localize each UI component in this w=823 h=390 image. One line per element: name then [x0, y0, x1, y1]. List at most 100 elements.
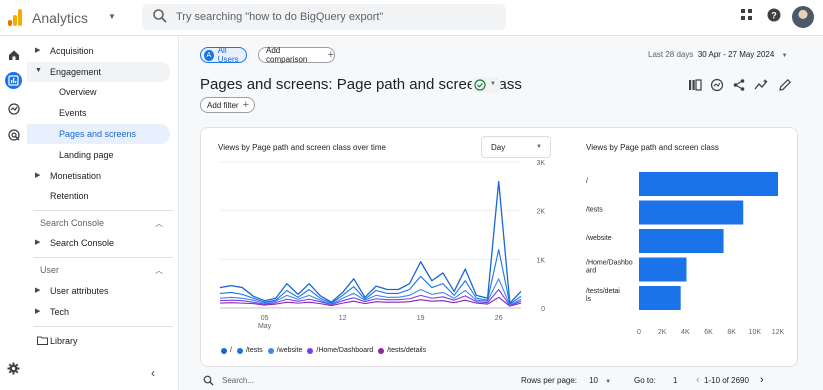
date-range-value: 30 Apr - 27 May 2024 [697, 50, 775, 59]
sidebar-item-search-console[interactable]: ▶ Search Console [27, 233, 170, 253]
chevron-up-icon[interactable]: ︿ [155, 218, 163, 229]
analytics-logo[interactable] [8, 8, 22, 26]
insights-icon[interactable] [754, 78, 768, 92]
category-label: / [586, 178, 588, 185]
report-status-dropdown[interactable]: ▼ [471, 77, 501, 93]
home-icon[interactable] [5, 46, 22, 63]
y-tick-label: 3K [536, 160, 545, 167]
sidebar-item-acquisition[interactable]: ▶ Acquisition [27, 41, 170, 61]
section-header-user[interactable]: User [40, 265, 59, 275]
check-circle-icon [474, 79, 486, 91]
granularity-value: Day [491, 143, 506, 152]
previous-page-icon[interactable]: ‹ [696, 374, 700, 386]
avatar[interactable] [792, 6, 814, 28]
go-to-page-input[interactable]: 1 [673, 376, 677, 385]
legend-item[interactable]: /tests [236, 347, 263, 354]
date-range-label: Last 28 days [648, 50, 694, 59]
granularity-select[interactable]: Day ▼ [481, 136, 551, 158]
edit-pencil-icon[interactable] [778, 78, 792, 92]
bar-chart[interactable]: / /tests/website/Home/Dashboard/tests/det… [581, 158, 796, 343]
apps-grid-icon[interactable] [740, 8, 754, 22]
reports-icon[interactable] [5, 72, 22, 89]
series-line [219, 180, 522, 304]
category-label: /Home/Dashbo [586, 260, 633, 267]
share-icon[interactable] [732, 78, 746, 92]
chart-card: Views by Page path and screen class over… [200, 127, 798, 367]
bar [639, 200, 744, 225]
admin-gear-icon[interactable] [5, 360, 22, 377]
folder-icon [37, 336, 48, 345]
add-filter-button[interactable]: Add filter + [200, 97, 255, 113]
left-rail [0, 36, 27, 390]
add-comparison-button[interactable]: Add comparison + [258, 46, 335, 64]
sidebar-item-label: Search Console [50, 238, 115, 248]
chevron-down-icon: ▼ [605, 379, 612, 385]
sidebar-item-retention[interactable]: Retention [27, 186, 170, 206]
legend-item[interactable]: /website [267, 347, 302, 354]
compare-icon[interactable] [710, 78, 724, 92]
table-search-input[interactable]: Search... [222, 376, 254, 385]
line-chart[interactable]: 0 1K 2K 3K 05May 12 19 26 [216, 158, 556, 343]
legend-item[interactable]: /tests/details [378, 347, 426, 354]
legend-item[interactable]: / [221, 347, 232, 354]
x-tick-label: 8K [727, 329, 736, 336]
explore-icon[interactable] [5, 100, 22, 117]
segment-label: All Users [217, 46, 239, 64]
sidebar-item-label: Retention [50, 191, 89, 201]
sidebar-item-label: User attributes [50, 286, 109, 296]
sidebar-item-landing-page[interactable]: Landing page [27, 145, 170, 165]
table-controls: Search... Rows per page: 10 ▼ Go to: 1 ‹… [200, 373, 798, 390]
collapse-sidebar-icon[interactable]: ‹ [151, 366, 155, 380]
legend-label: /tests [245, 347, 263, 354]
rows-per-page-select[interactable]: 10 ▼ [589, 376, 611, 385]
main-content: A All Users Add comparison + Last 28 day… [180, 36, 823, 390]
legend-swatch [236, 347, 243, 354]
property-selector-icon[interactable]: ▼ [108, 12, 116, 21]
series-line [219, 249, 522, 305]
date-range-picker[interactable]: Last 28 days 30 Apr - 27 May 2024 ▼ [648, 50, 788, 59]
bar [639, 286, 681, 310]
sidebar-item-tech[interactable]: ▶ Tech [27, 302, 170, 322]
divider [33, 257, 173, 258]
sidebar-item-library[interactable]: Library [27, 331, 170, 351]
x-tick-label: 4K [681, 329, 690, 336]
sidebar-item-label: Overview [59, 87, 97, 97]
customize-report-icon[interactable] [688, 78, 702, 92]
next-page-icon[interactable]: › [760, 374, 764, 386]
legend-swatch [267, 347, 274, 354]
line-chart-title: Views by Page path and screen class over… [218, 143, 386, 152]
sidebar-item-label: Acquisition [50, 46, 94, 56]
advertising-icon[interactable] [5, 126, 22, 143]
sidebar-item-label: Landing page [59, 150, 114, 160]
help-icon[interactable]: ? [767, 8, 781, 22]
legend-item[interactable]: /Home/Dashboard [307, 347, 373, 354]
section-header-search-console[interactable]: Search Console [40, 218, 104, 228]
category-label: /tests/detai [586, 288, 620, 295]
bar [639, 172, 778, 196]
sidebar-item-overview[interactable]: Overview [27, 82, 170, 102]
sidebar-item-events[interactable]: Events [27, 103, 170, 123]
x-tick-label: 2K [658, 329, 667, 336]
sidebar-item-user-attributes[interactable]: ▶ User attributes [27, 281, 170, 301]
all-users-segment-chip[interactable]: A All Users [200, 46, 247, 64]
sidebar-item-pages-and-screens[interactable]: Pages and screens [27, 124, 170, 144]
x-tick-label: 26 [495, 315, 503, 322]
legend-label: / [230, 347, 232, 354]
sidebar-item-label: Library [50, 336, 78, 346]
search-bar[interactable]: Try searching "how to do BigQuery export… [142, 4, 506, 30]
x-tick-label: 0 [637, 329, 641, 336]
y-tick-label: 0 [541, 306, 545, 313]
rows-per-page-value: 10 [589, 376, 598, 385]
sidebar-item-engagement[interactable]: ▼ Engagement [27, 62, 170, 82]
top-bar: Analytics ▼ Try searching "how to do Big… [0, 0, 823, 36]
bar-chart-title: Views by Page path and screen class [586, 143, 719, 152]
sidebar-item-monetisation[interactable]: ▶ Monetisation [27, 166, 170, 186]
rows-per-page-label: Rows per page: [521, 376, 578, 385]
expand-arrow-icon: ▶ [35, 172, 41, 179]
search-icon [203, 375, 214, 386]
legend-label: /tests/details [387, 347, 427, 354]
add-filter-label: Add filter [207, 100, 239, 110]
expand-arrow-icon: ▶ [35, 287, 41, 294]
chevron-down-icon: ▼ [781, 53, 788, 59]
chevron-up-icon[interactable]: ︿ [155, 265, 163, 276]
